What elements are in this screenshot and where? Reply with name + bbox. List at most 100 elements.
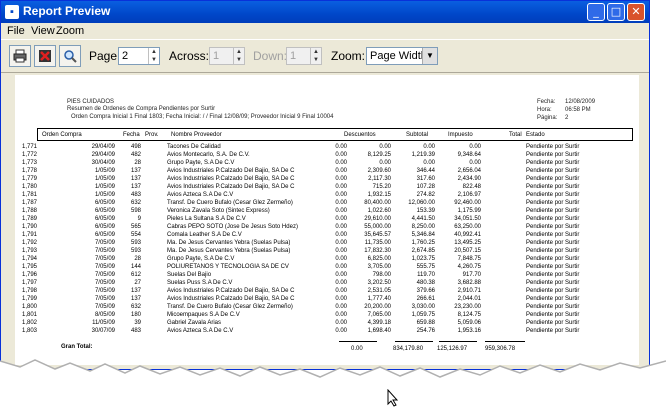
row-fecha: 7/05/09	[94, 304, 115, 310]
row-total: 2,656.04	[457, 168, 481, 174]
chevron-down-icon[interactable]: ▼	[422, 48, 437, 64]
row-subtotal: 1,932.15	[367, 192, 391, 198]
row-prov: 137	[130, 176, 141, 182]
table-row: 1,780 1/05/09 137 Avios Industriales P.Calz…	[15, 184, 639, 190]
row-orden: 1,796	[21, 272, 37, 278]
row-estado: Pendiente por Surtir	[526, 168, 580, 174]
row-fecha: 11/05/09	[92, 320, 115, 326]
spinner-arrows-icon[interactable]: ▲ ▼	[148, 48, 159, 64]
hora-label: Hora:	[537, 107, 552, 113]
row-descuentos: 0.00	[335, 232, 347, 238]
row-total: 0.00	[469, 144, 481, 150]
row-prov: 483	[130, 192, 141, 198]
row-estado: Pendiente por Surtir	[526, 160, 580, 166]
row-descuentos: 0.00	[335, 248, 347, 254]
row-prov: 498	[130, 144, 141, 150]
row-descuentos: 0.00	[335, 304, 347, 310]
across-spinner[interactable]: 1 ▲ ▼	[209, 47, 245, 65]
row-total: 92,460.00	[454, 200, 481, 206]
row-orden: 1,803	[21, 328, 37, 334]
row-subtotal: 8,129.25	[367, 152, 391, 158]
row-fecha: 8/05/09	[94, 312, 115, 318]
col-total: Total	[509, 132, 522, 138]
row-estado: Pendiente por Surtir	[526, 192, 580, 198]
table-row: 1,797 7/05/09 27 Suelas Puss S.A De C.V 0.00…	[15, 280, 639, 286]
fecha-value: 12/08/2009	[565, 99, 596, 105]
row-estado: Pendiente por Surtir	[526, 304, 580, 310]
row-total: 63,250.00	[454, 224, 481, 230]
total-total: 959,306.78	[485, 346, 516, 352]
pagina-value: 2	[565, 115, 569, 121]
total-subtotal: 834,179.80	[393, 346, 424, 352]
row-total: 4,260.75	[457, 264, 481, 270]
row-total: 34,051.50	[454, 216, 481, 222]
row-fecha: 1/05/09	[94, 184, 115, 190]
row-impuesto: 480.38	[416, 280, 435, 286]
row-estado: Pendiente por Surtir	[526, 208, 580, 214]
row-nombre: Pieles La Sultana S.A De C.V	[167, 216, 246, 222]
report-subtitle: Resumen de Ordenes de Compra Pendientes …	[67, 106, 216, 112]
torn-edge	[0, 359, 666, 385]
zoom-tool-button[interactable]	[59, 45, 81, 67]
report-filter: Orden Compra Inicial 1 Final 1803; Fecha…	[71, 114, 334, 120]
row-descuentos: 0.00	[335, 288, 347, 294]
row-nombre: Avios Industriales P.Calzado Del Bajio, …	[167, 176, 295, 182]
zoom-label: Zoom:	[331, 49, 366, 63]
row-subtotal: 3,202.50	[367, 280, 391, 286]
row-estado: Pendiente por Surtir	[526, 232, 580, 238]
row-impuesto: 5,346.84	[411, 232, 435, 238]
spinner-arrows-icon[interactable]: ▲ ▼	[233, 48, 244, 64]
row-nombre: Avios Azteca S.A De C.V	[167, 328, 234, 334]
row-fecha: 1/05/09	[94, 168, 115, 174]
toolbar: Page: 2 ▲ ▼ Across: 1 ▲ ▼ Down: 1 ▲ ▼ Zoom:…	[1, 39, 649, 73]
row-subtotal: 29,610.00	[364, 216, 391, 222]
row-orden: 1,781	[21, 192, 37, 198]
row-fecha: 7/05/09	[94, 288, 115, 294]
menu-file[interactable]: File	[7, 25, 25, 37]
row-descuentos: 0.00	[335, 328, 347, 334]
page-spinner[interactable]: 2 ▲ ▼	[118, 47, 160, 65]
row-orden: 1,780	[21, 184, 37, 190]
row-orden: 1,778	[21, 168, 37, 174]
close-button[interactable]: ✕	[627, 3, 645, 21]
row-prov: 482	[130, 152, 141, 158]
menu-zoom[interactable]: Zoom	[56, 25, 84, 37]
row-subtotal: 715.20	[372, 184, 391, 190]
row-fecha: 7/05/09	[94, 248, 115, 254]
row-total: 7,848.75	[457, 256, 481, 262]
row-estado: Pendiente por Surtir	[526, 184, 580, 190]
title-bar[interactable]: ▪ Report Preview _ □ ✕	[1, 1, 649, 23]
menu-view[interactable]: View	[31, 25, 55, 37]
row-nombre: POLIURETANOS Y TECNOLOGIA SA DE CV	[167, 264, 289, 270]
maximize-button[interactable]: □	[607, 3, 625, 21]
close-document-icon	[39, 50, 51, 62]
down-spinner[interactable]: 1 ▲ ▼	[286, 47, 322, 65]
row-orden: 1,799	[21, 296, 37, 302]
row-fecha: 7/05/09	[94, 264, 115, 270]
print-button[interactable]	[9, 45, 31, 67]
row-fecha: 29/04/09	[91, 144, 115, 150]
row-nombre: Avios Industriales P.Calzado Del Bajio, …	[167, 288, 295, 294]
table-row: 1,787 6/05/09 632 Transf. De Cuero Bufalo (…	[15, 200, 639, 206]
row-subtotal: 2,117.30	[368, 176, 391, 182]
row-subtotal: 55,000.00	[364, 224, 391, 230]
row-prov: 28	[134, 160, 141, 166]
minimize-button[interactable]: _	[587, 3, 605, 21]
spinner-arrows-icon[interactable]: ▲ ▼	[310, 48, 321, 64]
row-total: 13,495.25	[454, 240, 481, 246]
row-subtotal: 1,698.40	[367, 328, 391, 334]
row-descuentos: 0.00	[335, 256, 347, 262]
row-estado: Pendiente por Surtir	[526, 200, 580, 206]
col-orden: Orden Compra	[42, 132, 82, 138]
row-total: 2,044.01	[457, 296, 481, 302]
row-nombre: Micoempaques S.A De C.V	[167, 312, 240, 318]
row-fecha: 7/05/09	[94, 256, 115, 262]
row-descuentos: 0.00	[335, 200, 347, 206]
row-descuentos: 0.00	[335, 216, 347, 222]
row-fecha: 7/05/09	[94, 280, 115, 286]
close-preview-button[interactable]	[34, 45, 56, 67]
across-value: 1	[213, 50, 220, 62]
zoom-select[interactable]: Page Width ▼	[366, 47, 438, 65]
window-title: Report Preview	[23, 4, 111, 18]
row-descuentos: 0.00	[335, 176, 347, 182]
